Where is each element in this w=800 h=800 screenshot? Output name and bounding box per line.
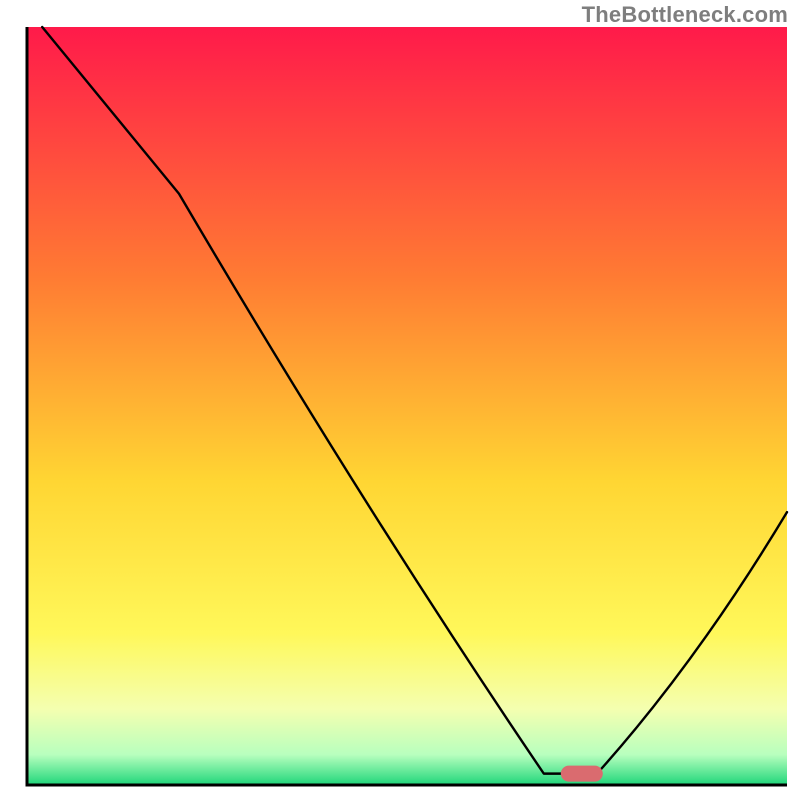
plot-area bbox=[27, 27, 787, 785]
bottleneck-chart bbox=[0, 0, 800, 800]
plot-background bbox=[27, 27, 787, 785]
optimal-marker bbox=[561, 766, 603, 782]
chart-container: TheBottleneck.com bbox=[0, 0, 800, 800]
watermark-label: TheBottleneck.com bbox=[582, 2, 788, 28]
